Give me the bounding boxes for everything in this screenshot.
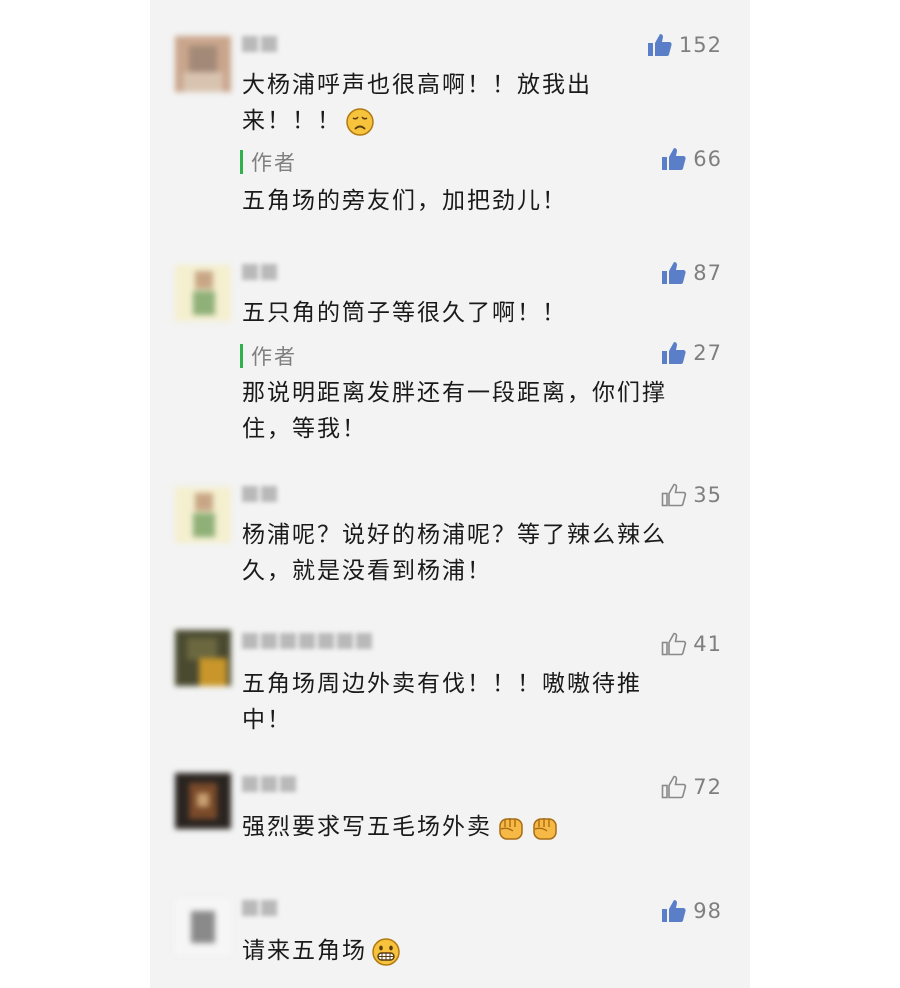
comment-text: 杨浦呢？说好的杨浦呢？等了辣么辣么 久，就是没看到杨浦！ [242, 522, 667, 584]
username[interactable] [242, 483, 277, 505]
avatar[interactable] [175, 899, 231, 955]
like-count: 152 [678, 33, 722, 57]
fist-emoji-icon [499, 817, 523, 840]
comments-panel: 152 大杨浦呼声也很高啊！！放我出 来！！！ 作者 66 五角场的旁友们，加把… [150, 0, 750, 988]
author-reply-header: 作者 [240, 341, 297, 371]
like-button[interactable]: 152 [647, 33, 722, 57]
sad-face-emoji-icon [346, 107, 374, 136]
like-count: 35 [693, 483, 722, 507]
like-count: 72 [693, 775, 722, 799]
fist-emoji-icon [533, 817, 557, 840]
like-button[interactable]: 87 [661, 261, 722, 285]
author-label: 作者 [251, 151, 297, 175]
username[interactable] [242, 33, 277, 55]
comment-text: 五只角的筒子等很久了啊！！ [242, 300, 567, 326]
author-indicator [240, 344, 243, 368]
thumbs-up-filled-icon [662, 900, 686, 922]
like-count: 66 [693, 147, 722, 171]
grinning-face-emoji-icon [372, 937, 400, 966]
username[interactable] [242, 630, 372, 652]
like-count: 27 [693, 341, 722, 365]
username[interactable] [242, 897, 277, 919]
like-count: 98 [693, 899, 722, 923]
author-indicator [240, 150, 243, 174]
comment-text: 五角场周边外卖有伐！！！嗷嗷待推 中！ [242, 671, 642, 733]
thumbs-up-filled-icon [662, 148, 686, 170]
avatar[interactable] [175, 773, 231, 829]
avatar[interactable] [175, 36, 231, 92]
like-button[interactable]: 41 [661, 632, 722, 656]
comment-text: 强烈要求写五毛场外卖 [242, 809, 642, 845]
thumbs-up-filled-icon [647, 34, 672, 56]
like-count: 87 [693, 261, 722, 285]
like-button[interactable]: 35 [661, 483, 722, 507]
username[interactable] [242, 773, 296, 795]
thumbs-up-outline-icon [661, 632, 687, 656]
username[interactable] [242, 261, 277, 283]
author-label: 作者 [251, 345, 297, 369]
avatar[interactable] [175, 630, 231, 686]
reply-text: 那说明距离发胖还有一段距离，你们撑 住，等我！ [242, 380, 667, 442]
thumbs-up-filled-icon [662, 262, 686, 284]
thumbs-up-outline-icon [661, 483, 687, 507]
comment-text: 请来五角场 [242, 933, 642, 969]
thumbs-up-outline-icon [661, 775, 687, 799]
like-button[interactable]: 98 [661, 899, 722, 923]
like-button[interactable]: 66 [661, 147, 722, 171]
avatar[interactable] [175, 265, 231, 321]
reply-text: 五角场的旁友们，加把劲儿！ [242, 188, 567, 214]
comment-text: 大杨浦呼声也很高啊！！放我出 来！！！ [242, 72, 592, 136]
like-button[interactable]: 72 [661, 775, 722, 799]
like-count: 41 [693, 632, 722, 656]
author-reply-header: 作者 [240, 147, 297, 177]
like-button[interactable]: 27 [661, 341, 722, 365]
avatar[interactable] [175, 487, 231, 543]
thumbs-up-filled-icon [662, 342, 686, 364]
